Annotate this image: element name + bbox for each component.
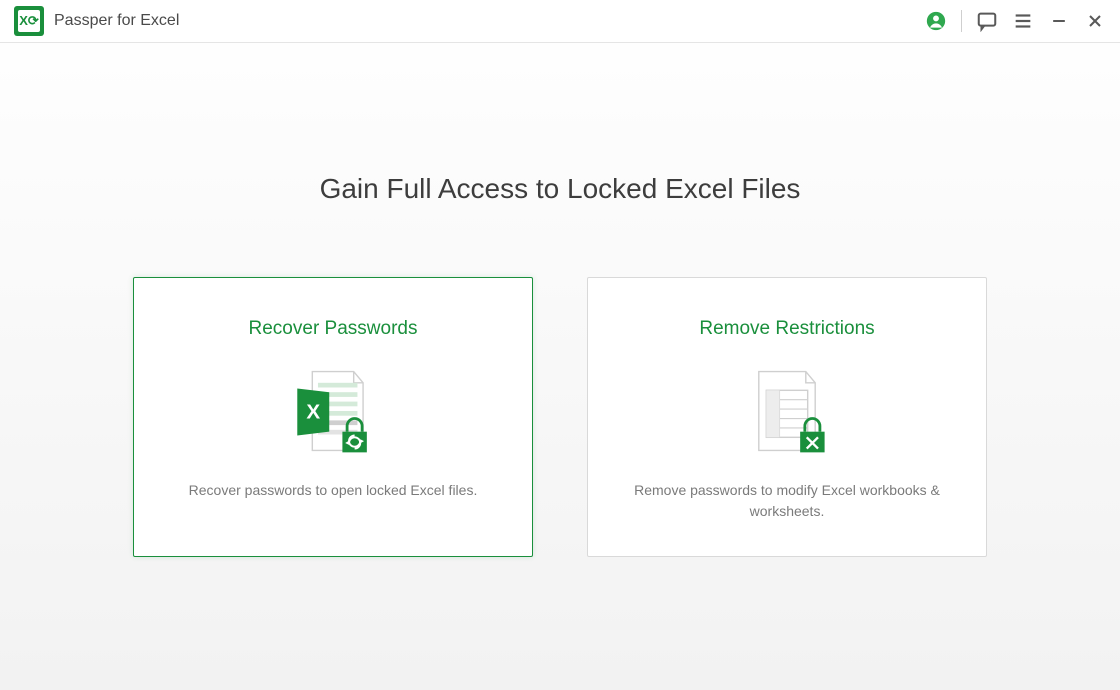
close-icon[interactable] xyxy=(1084,10,1106,32)
title-left: X⟳ Passper for Excel xyxy=(14,6,179,36)
minimize-icon[interactable] xyxy=(1048,10,1070,32)
card-title: Recover Passwords xyxy=(249,318,418,340)
title-bar: X⟳ Passper for Excel xyxy=(0,0,1120,43)
user-icon[interactable] xyxy=(925,10,947,32)
app-title: Passper for Excel xyxy=(54,12,179,30)
menu-icon[interactable] xyxy=(1012,10,1034,32)
card-recover-passwords[interactable]: Recover Passwords X xyxy=(133,277,533,557)
remove-illustration xyxy=(740,362,834,460)
divider xyxy=(961,10,962,32)
app-icon-x: X⟳ xyxy=(19,13,39,29)
card-title: Remove Restrictions xyxy=(699,318,874,340)
feedback-icon[interactable] xyxy=(976,10,998,32)
main-content: Gain Full Access to Locked Excel Files R… xyxy=(0,43,1120,690)
card-remove-restrictions[interactable]: Remove Restrictions xyxy=(587,277,987,557)
options-row: Recover Passwords X xyxy=(133,277,987,557)
svg-text:X: X xyxy=(306,401,320,424)
card-desc: Remove passwords to modify Excel workboo… xyxy=(627,480,947,522)
recover-illustration: X xyxy=(286,362,380,460)
page-headline: Gain Full Access to Locked Excel Files xyxy=(320,173,801,205)
app-icon: X⟳ xyxy=(14,6,44,36)
title-right xyxy=(925,10,1106,32)
card-desc: Recover passwords to open locked Excel f… xyxy=(189,480,478,501)
